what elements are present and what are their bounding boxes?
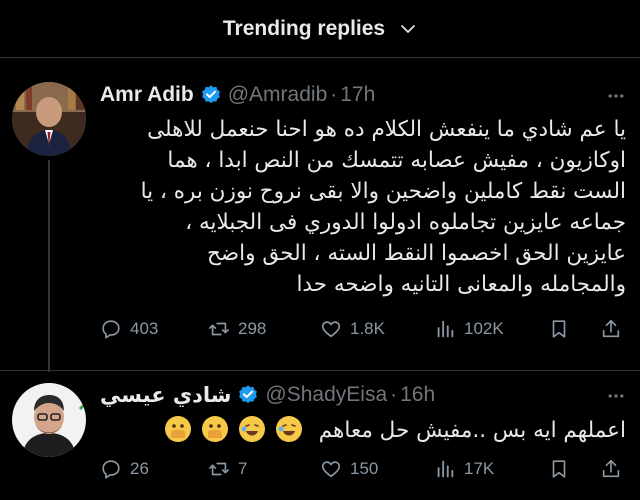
repost-count: 7: [238, 459, 248, 478]
laughing-emoji-icon: [239, 416, 266, 442]
like-icon: [321, 461, 341, 478]
repost-icon: [209, 322, 229, 336]
display-name[interactable]: شادي عيسي: [100, 383, 231, 407]
view-count: 17K: [464, 459, 495, 478]
action-bar: 26 7 150 17K: [100, 455, 626, 483]
separator-dot: ·: [390, 383, 398, 406]
more-icon[interactable]: [606, 386, 626, 406]
reply-count: 403: [130, 319, 159, 338]
share-icon: [602, 459, 620, 478]
conversation-header: Trending replies: [0, 0, 640, 58]
repost-count: 298: [238, 319, 267, 338]
verified-badge-icon: [201, 85, 220, 104]
views-button[interactable]: 102K: [434, 318, 504, 340]
more-icon[interactable]: [606, 86, 626, 106]
share-icon: [602, 319, 620, 338]
bookmark-icon: [552, 460, 566, 478]
tweet-text: اعملهم ايه بس ..مفيش حل معاهم: [318, 418, 626, 443]
reply-tweet[interactable]: شادي عيسي @ShadyEisa · 16h اعملهم ايه بس…: [0, 371, 640, 500]
bookmark-button[interactable]: [548, 458, 570, 480]
like-count: 1.8K: [350, 319, 385, 338]
view-count: 102K: [464, 319, 504, 338]
action-bar: 403 298 1.8K 102K: [100, 315, 626, 343]
avatar[interactable]: [12, 383, 86, 457]
like-icon: [321, 321, 341, 338]
reply-button[interactable]: 26: [100, 458, 149, 480]
share-button[interactable]: [600, 318, 622, 340]
header-title: Trending replies: [222, 16, 386, 40]
reply-tweet[interactable]: Amr Adib @Amradib · 17h يا عم شادي ما ين…: [0, 58, 640, 372]
display-name[interactable]: Amr Adib: [100, 83, 194, 107]
like-button[interactable]: 150: [320, 458, 378, 480]
tweet-text: يا عم شادي ما ينفعش الكلام ده هو احنا حن…: [140, 117, 626, 297]
repost-icon: [209, 462, 229, 476]
bookmark-icon: [552, 320, 566, 338]
timestamp[interactable]: 16h: [400, 383, 435, 407]
like-button[interactable]: 1.8K: [320, 318, 385, 340]
reply-icon: [102, 460, 120, 479]
views-button[interactable]: 17K: [434, 458, 494, 480]
bookmark-button[interactable]: [548, 318, 570, 340]
share-button[interactable]: [600, 458, 622, 480]
reply-button[interactable]: 403: [100, 318, 158, 340]
separator-dot: ·: [330, 83, 338, 106]
timestamp[interactable]: 17h: [340, 83, 375, 107]
reply-icon: [102, 320, 120, 339]
user-handle[interactable]: @Amradib: [228, 83, 328, 107]
views-icon: [437, 320, 454, 338]
reply-count: 26: [130, 459, 149, 478]
repost-button[interactable]: 298: [208, 318, 266, 340]
face-with-hand-over-mouth-icon: [202, 416, 229, 442]
tweet-text-row: اعملهم ايه بس ..مفيش حل معاهم: [100, 415, 626, 446]
verified-badge-icon: [239, 385, 258, 404]
emoji-group: [163, 416, 304, 443]
views-icon: [437, 460, 454, 478]
like-count: 150: [350, 459, 379, 478]
thread-connector-line: [48, 160, 50, 372]
tweet-header: شادي عيسي @ShadyEisa · 16h: [100, 380, 626, 410]
tweet-header: Amr Adib @Amradib · 17h: [100, 80, 626, 110]
repost-button[interactable]: 7: [208, 458, 247, 480]
user-handle[interactable]: @ShadyEisa: [265, 383, 387, 407]
chevron-down-icon[interactable]: [399, 20, 417, 38]
avatar[interactable]: [12, 82, 86, 156]
laughing-emoji-icon: [275, 416, 302, 442]
face-with-hand-over-mouth-icon: [165, 416, 192, 442]
